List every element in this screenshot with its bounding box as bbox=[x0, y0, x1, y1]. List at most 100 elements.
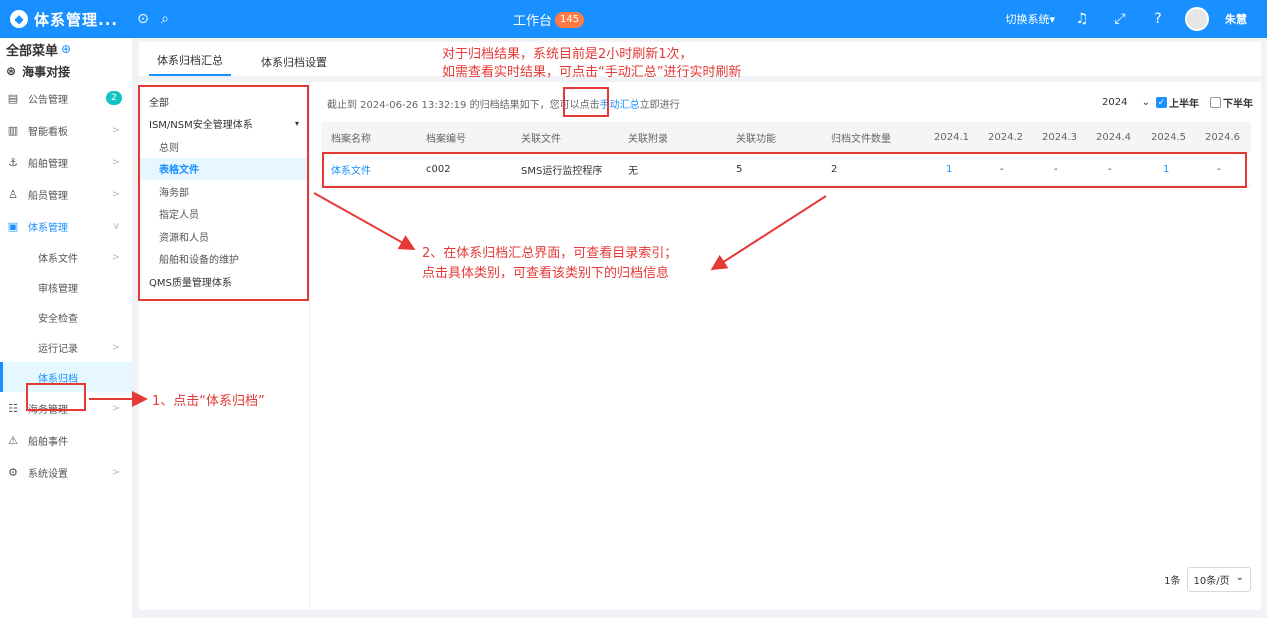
sidebar-item-ship-events[interactable]: ⚠ 船舶事件 bbox=[0, 424, 132, 456]
table-header: 档案名称 档案编号 关联文件 关联附录 关联功能 归档文件数量 2024.1 2… bbox=[321, 122, 1251, 152]
sidebar-item-system-archive[interactable]: 体系归档 bbox=[0, 362, 132, 392]
table-cell: c002 bbox=[426, 164, 451, 175]
col-header: 归档文件数量 bbox=[831, 133, 891, 145]
info-suffix: 立即进行 bbox=[639, 100, 680, 111]
page-size-value: 10条/页 bbox=[1193, 576, 1230, 587]
chevron-right-icon: > bbox=[111, 402, 120, 414]
sidebar-item-settings[interactable]: ⚙ 系统设置 > bbox=[0, 456, 132, 488]
sidebar-item-label: 公告管理 bbox=[28, 94, 68, 106]
total-count: 1条 bbox=[1164, 576, 1181, 587]
chevron-right-icon: > bbox=[111, 466, 120, 478]
chevron-down-icon: ⌄ bbox=[1235, 572, 1244, 583]
tree-item-maintenance[interactable]: 船舶和设备的维护 bbox=[139, 248, 309, 271]
search-icon[interactable]: ⌕ bbox=[154, 8, 176, 30]
table-cell: SMS运行监控程序 bbox=[521, 166, 603, 177]
sidebar-item-marine[interactable]: ☷ 海务管理 > bbox=[0, 392, 132, 424]
tree-item-all[interactable]: 全部 bbox=[139, 90, 309, 113]
document-icon: ▣ bbox=[7, 219, 19, 233]
plus-icon[interactable]: ⊕ bbox=[61, 42, 71, 56]
sidebar-item-label: 船舶事件 bbox=[28, 436, 68, 448]
fullscreen-icon[interactable]: ⤢ bbox=[1109, 8, 1131, 30]
collapse-icon[interactable]: ⊙ bbox=[132, 8, 154, 30]
sidebar-item-audit[interactable]: 审核管理 bbox=[0, 272, 132, 302]
main-panel: 全部 ISM/NSM安全管理体系 ▾ 总则 表格文件 海务部 指定人员 资源和人… bbox=[139, 82, 1261, 610]
tree-item-designated-person[interactable]: 指定人员 bbox=[139, 203, 309, 226]
sidebar-item-safety-check[interactable]: 安全检查 bbox=[0, 302, 132, 332]
archive-name-link[interactable]: 体系文件 bbox=[331, 154, 371, 185]
sidebar-item-dashboard[interactable]: ▥ 智能看板 > bbox=[0, 114, 132, 146]
app-title: 体系管理... bbox=[34, 10, 119, 29]
sidebar-item-announcements[interactable]: ▤ 公告管理 2 bbox=[0, 82, 132, 114]
tab-archive-summary[interactable]: 体系归档汇总 bbox=[149, 52, 231, 76]
sidebar-item-label: 船舶管理 bbox=[28, 158, 68, 170]
annotation-mid-line1: 2、在体系归档汇总界面，可查看目录索引； bbox=[422, 246, 678, 261]
tree-item-forms[interactable]: 表格文件 bbox=[139, 157, 309, 180]
gear-icon: ⚙ bbox=[8, 465, 18, 479]
col-header: 2024.4 bbox=[1096, 131, 1131, 143]
sidebar-item-run-records[interactable]: 运行记录 > bbox=[0, 332, 132, 362]
table-cell: - bbox=[1108, 164, 1112, 175]
tree-item-general[interactable]: 总则 bbox=[139, 135, 309, 158]
chevron-right-icon: > bbox=[111, 156, 120, 168]
sidebar-item-system-management[interactable]: ▣ 体系管理 ∨ bbox=[0, 210, 132, 242]
col-header: 2024.2 bbox=[988, 131, 1023, 143]
sidebar-item-label: 船员管理 bbox=[28, 190, 68, 202]
second-half-checkbox[interactable]: 下半年 bbox=[1210, 95, 1253, 110]
sidebar-item-label: 安全检查 bbox=[38, 313, 78, 325]
sidebar-item-ship[interactable]: ⚓ 船舶管理 > bbox=[0, 146, 132, 178]
annotation-top-line2: 如需查看实时结果，可点击“手动汇总”进行实时刷新 bbox=[442, 65, 742, 80]
username[interactable]: 朱慧 bbox=[1225, 11, 1247, 27]
tree-item-ism[interactable]: ISM/NSM安全管理体系 ▾ bbox=[139, 113, 309, 136]
tree-item-resources[interactable]: 资源和人员 bbox=[139, 225, 309, 248]
tab-archive-settings[interactable]: 体系归档设置 bbox=[253, 54, 335, 76]
top-header: ◆ 体系管理... ⊙ ⌕ 工作台 145 切换系统▾ ♫ ⤢ ? 朱慧 bbox=[0, 0, 1267, 38]
manual-summary-link[interactable]: 手动汇总 bbox=[600, 100, 640, 111]
check-icon: ✓ bbox=[1156, 97, 1167, 108]
month-count-link[interactable]: 1 bbox=[946, 154, 952, 185]
first-half-checkbox[interactable]: ✓ 上半年 bbox=[1156, 95, 1199, 110]
sidebar: 全部菜单 ⊕ ⊛ 海事对接 ▤ 公告管理 2 ▥ 智能看板 > ⚓ 船舶管理 >… bbox=[0, 38, 132, 618]
all-menu-header[interactable]: 全部菜单 ⊕ bbox=[0, 38, 132, 60]
year-value: 2024 bbox=[1102, 96, 1128, 108]
col-header: 关联文件 bbox=[521, 133, 561, 145]
switch-system-dropdown[interactable]: 切换系统▾ bbox=[1005, 11, 1055, 27]
all-menu-label: 全部菜单 bbox=[6, 43, 59, 59]
chevron-down-icon: ⌄ bbox=[1141, 96, 1150, 108]
info-prefix: 截止到 2024-06-26 13:32:19 的归档结果如下，您可以点击 bbox=[327, 100, 600, 111]
table-cell: - bbox=[1217, 164, 1221, 175]
month-count-link[interactable]: 1 bbox=[1163, 154, 1169, 185]
workbench-title: 工作台 bbox=[513, 14, 553, 29]
sidebar-item-system-files[interactable]: 体系文件 > bbox=[0, 242, 132, 272]
col-header: 2024.6 bbox=[1205, 131, 1240, 143]
year-select[interactable]: 2024 ⌄ bbox=[1096, 92, 1156, 112]
sidebar-section-title[interactable]: ⊛ 海事对接 bbox=[0, 60, 132, 82]
tree-item-qms[interactable]: QMS质量管理体系 bbox=[139, 270, 309, 293]
table-cell: 无 bbox=[628, 166, 638, 177]
annotation-top-line1: 对于归档结果，系统目前是2小时刷新1次， bbox=[442, 47, 693, 62]
notice-icon: ▤ bbox=[7, 91, 19, 105]
caret-down-icon[interactable]: ▾ bbox=[295, 119, 299, 128]
annotation-mid-line2: 点击具体类别，可查看该类别下的归档信息 bbox=[422, 266, 670, 281]
help-icon[interactable]: ? bbox=[1147, 8, 1169, 30]
col-header: 关联功能 bbox=[736, 133, 776, 145]
page-size-select[interactable]: 10条/页 ⌄ bbox=[1186, 567, 1251, 592]
chevron-down-icon: ∨ bbox=[112, 220, 120, 232]
checkbox-box bbox=[1210, 97, 1221, 108]
checkbox-label: 上半年 bbox=[1169, 99, 1199, 110]
app-logo[interactable]: ◆ 体系管理... bbox=[0, 9, 132, 30]
tree-item-marine-dept[interactable]: 海务部 bbox=[139, 180, 309, 203]
sidebar-item-label: 体系归档 bbox=[38, 373, 78, 385]
workbench-link[interactable]: 工作台 145 bbox=[513, 10, 585, 29]
person-icon: ♙ bbox=[8, 187, 18, 201]
sidebar-item-crew[interactable]: ♙ 船员管理 > bbox=[0, 178, 132, 210]
table-row[interactable]: 体系文件 c002 SMS运行监控程序 无 5 2 1 - - - 1 - bbox=[321, 154, 1251, 186]
table-cell: - bbox=[1000, 164, 1004, 175]
warning-icon: ⚠ bbox=[8, 433, 18, 447]
sidebar-item-label: 审核管理 bbox=[38, 283, 78, 295]
checkbox-label: 下半年 bbox=[1223, 99, 1253, 110]
chevron-right-icon: > bbox=[111, 341, 120, 353]
avatar[interactable] bbox=[1185, 7, 1209, 31]
anchor-icon: ⚓ bbox=[8, 155, 18, 169]
bell-icon[interactable]: ♫ bbox=[1071, 8, 1093, 30]
sidebar-item-label: 体系文件 bbox=[38, 253, 78, 265]
